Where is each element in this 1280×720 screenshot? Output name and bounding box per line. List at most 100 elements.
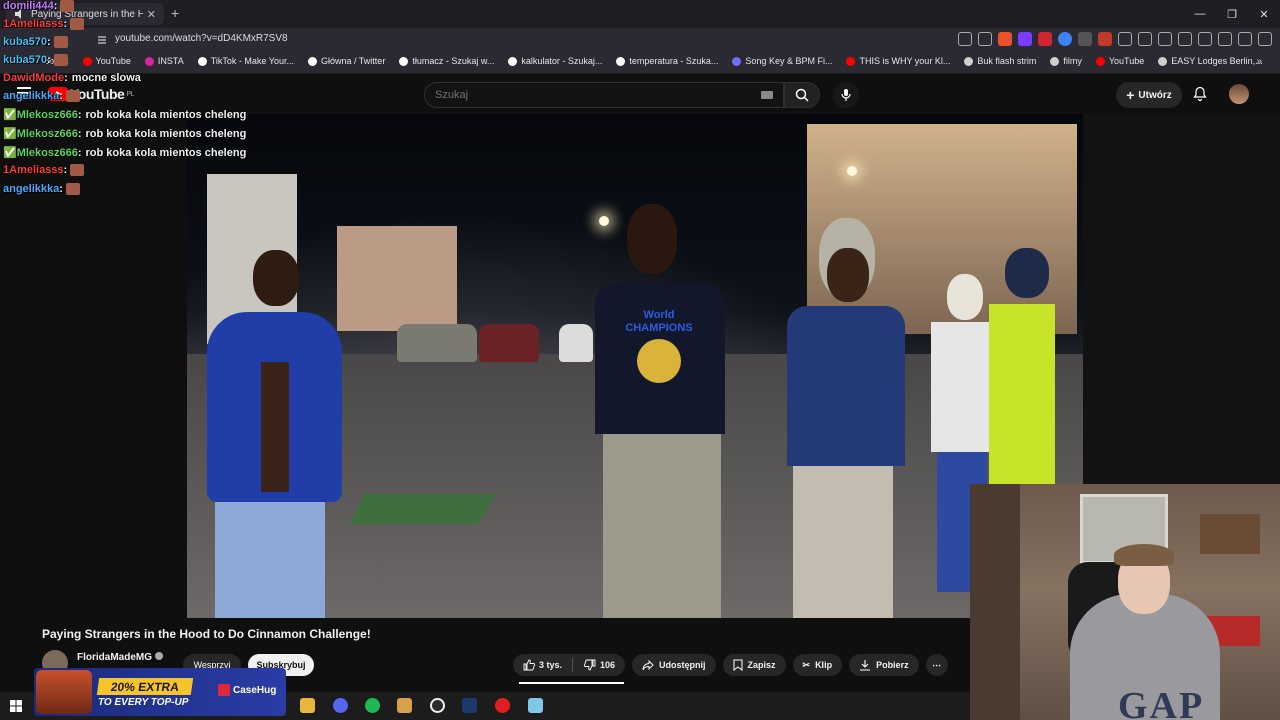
person-champions-shirt: World CHAMPIONS <box>585 204 735 618</box>
bookmark-favicon-icon <box>1158 56 1168 66</box>
ad-badge: 20% EXTRA <box>96 678 194 695</box>
bookmark-item[interactable]: Główna / Twitter <box>307 56 385 66</box>
person-safety-vest <box>987 248 1057 488</box>
discord-icon[interactable] <box>333 698 348 713</box>
leo-icon[interactable] <box>1218 32 1232 46</box>
like-dislike-bar: 3 tys. 106 <box>513 654 625 676</box>
music-icon[interactable] <box>1158 32 1172 46</box>
keyboard-icon[interactable] <box>761 91 773 99</box>
thumbs-down-icon <box>583 659 596 671</box>
download-button[interactable]: Pobierz <box>849 654 919 676</box>
extension-blue-icon[interactable] <box>1058 32 1072 46</box>
extension-badge-icon[interactable] <box>1098 32 1112 46</box>
chat-username: angelikkka <box>3 90 60 102</box>
extension-gray-icon[interactable] <box>1078 32 1092 46</box>
video-player[interactable]: World CHAMPIONS <box>187 114 1083 618</box>
bookmark-item[interactable]: kalkulator - Szukaj... <box>508 56 602 66</box>
dislike-count: 106 <box>599 660 615 670</box>
like-button[interactable]: 3 tys. <box>523 659 562 671</box>
bookmark-label: YouTube <box>95 56 131 66</box>
create-button[interactable]: + Utwórz <box>1116 82 1182 108</box>
bookmark-favicon-icon <box>144 56 154 66</box>
search-button[interactable] <box>784 82 820 108</box>
extensions-icon[interactable] <box>1118 32 1132 46</box>
close-icon[interactable]: ✕ <box>147 8 156 21</box>
brave-rewards-icon[interactable] <box>1018 32 1032 46</box>
bookmark-favicon-icon <box>82 56 92 66</box>
chat-separator: : <box>63 164 68 176</box>
bookmark-item[interactable]: YouTube <box>1095 56 1144 66</box>
bookmark-item[interactable]: tłumacz - Szukaj w... <box>399 56 494 66</box>
region-label: PL <box>126 90 134 98</box>
bookmark-label: temperatura - Szuka... <box>629 56 719 66</box>
search-input[interactable] <box>425 83 745 107</box>
bookmark-item[interactable]: INSTA <box>144 56 184 66</box>
wallet-icon[interactable] <box>1198 32 1212 46</box>
url-field[interactable]: youtube.com/watch?v=dD4KMxR7SV8 <box>115 33 288 44</box>
bookmark-item[interactable]: YouTube <box>82 56 131 66</box>
streamer-webcam: GAP <box>970 484 1280 720</box>
bookmark-item[interactable]: filmy <box>1050 56 1082 66</box>
account-avatar[interactable] <box>1229 84 1249 104</box>
channel-name[interactable]: FloridaMadeMG <box>77 652 164 663</box>
menu-icon[interactable] <box>1258 32 1272 46</box>
extension-red-icon[interactable] <box>1038 32 1052 46</box>
bookmark-item[interactable]: Song Key & BPM Fi... <box>732 56 832 66</box>
notifications-bell-icon[interactable] <box>1192 86 1208 102</box>
create-label: Utwórz <box>1138 89 1172 101</box>
steam-icon[interactable] <box>462 698 477 713</box>
more-actions-button[interactable]: ⋯ <box>925 654 948 676</box>
cast-icon[interactable] <box>958 32 972 46</box>
dislike-button[interactable]: 106 <box>583 659 615 671</box>
treasure-chest-image <box>36 670 92 714</box>
chat-emote-icon <box>60 0 75 13</box>
chat-separator: : <box>53 0 58 12</box>
chat-message: 1Ameliasss: <box>3 164 85 177</box>
bookmark-label: Song Key & BPM Fi... <box>745 56 833 66</box>
bookmark-item[interactable]: temperatura - Szuka... <box>616 56 718 66</box>
clip-button[interactable]: ✂ Klip <box>792 654 843 676</box>
save-button[interactable]: Zapisz <box>722 654 786 676</box>
media-player-icon[interactable] <box>397 698 412 713</box>
share-button[interactable]: Udostępnij <box>632 654 716 676</box>
bookmark-item[interactable]: THIS is WHY your Kl... <box>846 56 950 66</box>
bookmark-favicon-icon <box>399 56 409 66</box>
bookmark-favicon-icon <box>197 56 207 66</box>
file-explorer-icon[interactable] <box>300 698 315 713</box>
chat-separator: : <box>77 147 82 159</box>
bookmark-item[interactable]: EASY Lodges Berlin,... <box>1158 56 1263 66</box>
chat-message: angelikkka: <box>3 183 80 196</box>
share-icon[interactable] <box>978 32 992 46</box>
bookmark-label: EASY Lodges Berlin,... <box>1171 56 1263 66</box>
voice-search-button[interactable] <box>833 82 859 108</box>
windows-start-icon[interactable] <box>10 700 22 712</box>
chat-username: Mlekosz666 <box>16 128 78 140</box>
obs-icon[interactable] <box>430 698 445 713</box>
chat-separator: : <box>64 72 68 84</box>
chat-emote-icon <box>70 18 85 31</box>
site-settings-icon[interactable] <box>96 34 108 46</box>
spotify-icon[interactable] <box>365 698 380 713</box>
vpn-icon[interactable] <box>1238 32 1252 46</box>
bookmark-favicon-icon <box>1095 56 1105 66</box>
brave-shield-icon[interactable] <box>998 32 1012 46</box>
close-window-button[interactable]: ✕ <box>1248 0 1280 28</box>
bookmark-label: kalkulator - Szukaj... <box>521 56 603 66</box>
bookmark-favicon-icon <box>1050 56 1060 66</box>
app-icon[interactable] <box>528 698 543 713</box>
minimize-button[interactable]: — <box>1184 0 1216 28</box>
bookmark-label: THIS is WHY your Kl... <box>859 56 951 66</box>
bookmark-item[interactable]: TikTok - Make Your... <box>197 56 294 66</box>
bookmark-item[interactable]: Buk flash strim <box>964 56 1036 66</box>
sponsor-ad-overlay[interactable]: 20% EXTRA TO EVERY TOP-UP CaseHug <box>34 668 286 716</box>
restore-button[interactable]: ❐ <box>1216 0 1248 28</box>
scissors-icon: ✂ <box>802 659 811 670</box>
chat-username: 1Ameliasss <box>3 164 64 176</box>
sidebar-icon[interactable] <box>1178 32 1192 46</box>
more-bookmarks-icon[interactable]: » <box>1256 56 1262 67</box>
downloads-icon[interactable] <box>1138 32 1152 46</box>
new-tab-button[interactable]: + <box>171 5 179 21</box>
casehug-logo-icon <box>218 684 230 696</box>
chat-separator: : <box>59 90 63 102</box>
youtube-app-icon[interactable] <box>495 698 510 713</box>
